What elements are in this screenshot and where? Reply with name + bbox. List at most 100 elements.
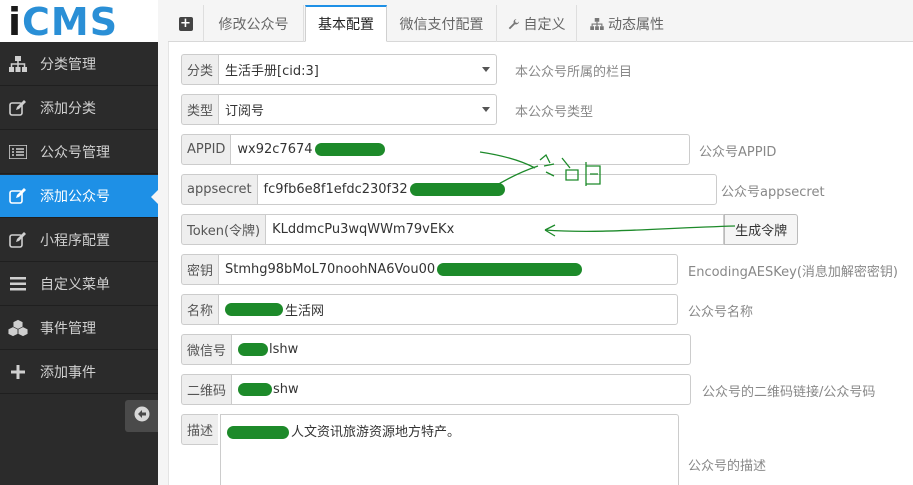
chevron-down-icon [482,107,491,112]
type-select-value: 订阅号 [225,104,265,119]
description-textarea[interactable]: 人文资讯旅游资源地方特产。 [220,414,679,485]
token-row: Token(令牌) KLddmcPu3wqWWm79vEKx 生成令牌 [181,214,799,245]
redaction-mark [238,383,273,396]
type-select[interactable]: 订阅号 [218,94,498,125]
name-input[interactable]: 生活网 [218,294,679,325]
description-label: 描述 [181,414,219,445]
sitemap-icon [590,17,604,30]
redaction-mark [314,143,385,156]
qrcode-label: 二维码 [181,374,232,405]
edit-icon [8,98,28,118]
sidebar-item-account-manage[interactable]: 公众号管理 [0,131,158,174]
token-label: Token(令牌) [181,214,266,245]
aeskey-row: 密钥 Stmhg98bMoL70noohNA6Vou00 [181,254,679,285]
tab-custom[interactable]: 自定义 [497,5,577,42]
sidebar-item-label: 添加公众号 [40,189,110,205]
sidebar-item-category-manage[interactable]: 分类管理 [0,43,158,86]
sitemap-icon [8,54,28,74]
category-select-value: 生活手册[cid:3] [225,64,319,79]
sidebar-item-label: 小程序配置 [40,233,110,249]
tab-wechat-pay-config[interactable]: 微信支付配置 [387,5,497,42]
name-row: 名称 生活网 [181,294,679,325]
category-select[interactable]: 生活手册[cid:3] [218,54,498,85]
wrench-icon [508,18,520,30]
description-value: 人文资讯旅游资源地方特产。 [291,425,461,440]
sidebar-item-add-event[interactable]: 添加事件 [0,351,158,394]
tab-label: 微信支付配置 [399,16,484,33]
sidebar-collapse-button[interactable] [125,400,158,432]
type-label: 类型 [181,94,219,125]
type-help: 本公众号类型 [515,105,594,120]
basic-config-form: 分类 生活手册[cid:3] 本公众号所属的栏目 类型 订阅号 本公众号类型 A… [168,42,913,485]
arrow-circle-left-icon [134,406,150,426]
bars-icon [8,274,28,294]
tab-label: 动态属性 [608,16,664,33]
aeskey-value: Stmhg98bMoL70noohNA6Vou00 [225,262,436,277]
appsecret-value: fc9fb6e8f1efdc230f32 [263,182,408,197]
aeskey-help: EncodingAESKey(消息加解密密钥) [688,265,898,280]
category-help: 本公众号所属的栏目 [515,65,633,80]
logo-letter-i: i [8,0,23,44]
sidebar-item-label: 公众号管理 [40,145,110,161]
tab-label: 修改公众号 [218,16,289,33]
token-input[interactable]: KLddmcPu3wqWWm79vEKx [265,214,725,245]
sidebar-item-custom-menu[interactable]: 自定义菜单 [0,263,158,306]
appid-input[interactable]: wx92c7674 [230,134,691,165]
sidebar-item-miniprogram-config[interactable]: 小程序配置 [0,219,158,262]
tab-basic-config[interactable]: 基本配置 [305,5,387,42]
appsecret-input[interactable]: fc9fb6e8f1efdc230f32 [256,174,717,205]
qrcode-input[interactable]: shw [231,374,692,405]
token-value: KLddmcPu3wqWWm79vEKx [272,222,455,237]
sidebar-item-add-account[interactable]: 添加公众号 [0,175,158,218]
sidebar-item-label: 添加分类 [40,101,96,117]
appid-value: wx92c7674 [237,142,313,157]
edit-icon [8,186,28,206]
appsecret-label: appsecret [181,174,257,205]
appid-label: APPID [181,134,231,165]
sidebar-item-label: 事件管理 [40,321,96,337]
list-icon [8,142,28,162]
sidebar: iCMS 分类管理 添加分类 公众号管理 添加公众号 小程序配置 自定义菜单 事… [0,0,158,485]
sidebar-item-event-manage[interactable]: 事件管理 [0,307,158,350]
app-logo[interactable]: iCMS [8,0,118,44]
qrcode-help: 公众号的二维码链接/公众号码 [702,385,876,400]
type-row: 类型 订阅号 [181,94,498,125]
cubes-icon [8,318,28,338]
plus-icon [8,362,28,382]
qrcode-value: shw [273,382,299,397]
redaction-mark [238,343,269,356]
redaction-mark [409,183,505,196]
main-content: + 修改公众号 基本配置 微信支付配置 自定义 动态属性 分类 生活手册[cid… [158,0,913,485]
sidebar-item-label: 添加事件 [40,365,96,381]
sidebar-item-label: 自定义菜单 [40,277,110,293]
edit-icon [8,230,28,250]
wechat-id-label: 微信号 [181,334,232,365]
appid-help: 公众号APPID [699,145,777,160]
tab-label: 基本配置 [318,17,374,33]
category-label: 分类 [181,54,219,85]
sidebar-item-add-category[interactable]: 添加分类 [0,87,158,130]
logo-bar: iCMS [0,0,158,44]
tab-label: 自定义 [523,16,566,33]
name-value: 生活网 [285,304,325,319]
generate-token-button[interactable]: 生成令牌 [724,214,799,245]
description-row: 描述 [181,414,219,445]
category-row: 分类 生活手册[cid:3] [181,54,498,85]
plus-square-icon: + [178,15,193,31]
name-help: 公众号名称 [688,305,754,320]
aeskey-label: 密钥 [181,254,219,285]
redaction-mark [225,303,284,316]
qrcode-row: 二维码 shw [181,374,692,405]
wechat-id-row: 微信号 lshw [181,334,692,365]
aeskey-input[interactable]: Stmhg98bMoL70noohNA6Vou00 [218,254,679,285]
description-help: 公众号的描述 [688,459,767,474]
tab-dynamic-attributes[interactable]: 动态属性 [577,5,677,42]
wechat-id-value: lshw [269,342,299,357]
tab-new[interactable]: + [168,5,204,42]
redaction-mark [437,263,583,276]
logo-text: CMS [22,0,119,44]
redaction-mark [227,426,289,439]
wechat-id-input[interactable]: lshw [231,334,692,365]
tab-edit-account[interactable]: 修改公众号 [204,5,304,42]
appid-row: APPID wx92c7674 [181,134,691,165]
